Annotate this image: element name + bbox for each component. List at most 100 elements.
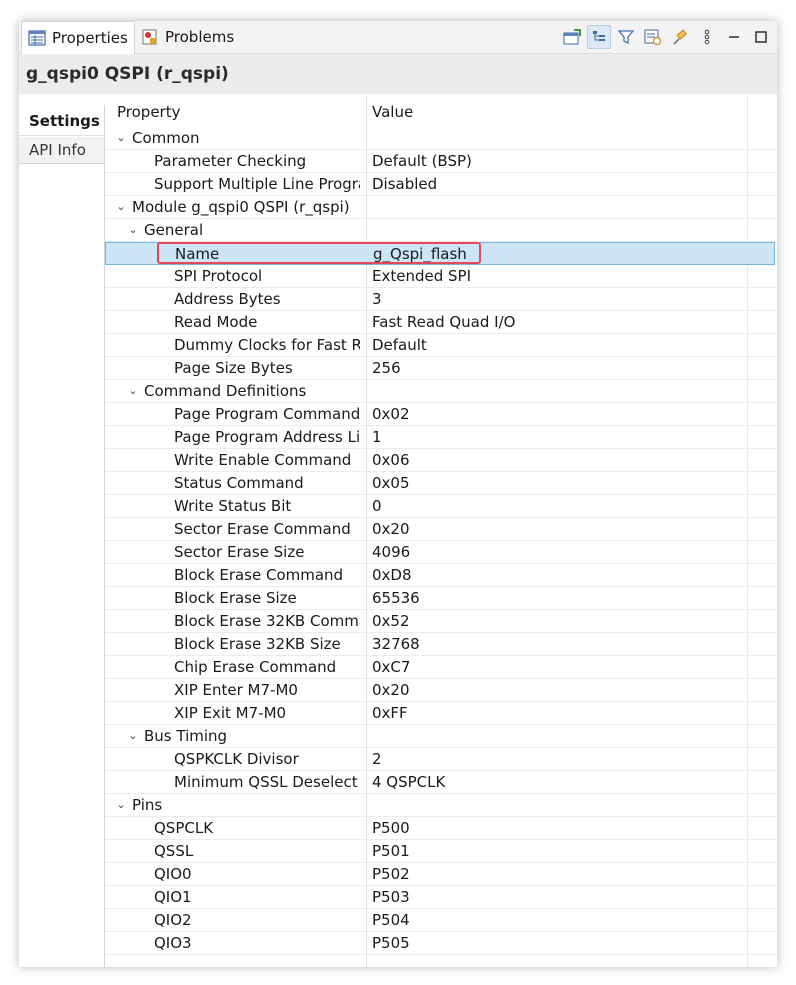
chevron-down-icon[interactable]: ⌄ xyxy=(115,127,127,149)
chevron-down-icon[interactable]: ⌄ xyxy=(115,196,127,218)
chevron-down-icon[interactable]: ⌄ xyxy=(127,380,139,402)
property-row[interactable]: Chip Erase Command 0xC7 xyxy=(105,656,775,679)
property-value[interactable]: 0x02 xyxy=(372,403,772,425)
property-name: Support Multiple Line Progra xyxy=(154,175,360,193)
property-row[interactable]: QSPKCLK Divisor 2 xyxy=(105,748,775,771)
property-value[interactable]: Default xyxy=(372,334,772,356)
property-value xyxy=(372,725,772,747)
property-name: QIO3 xyxy=(154,934,192,952)
property-row[interactable]: Block Erase 32KB Comman 0x52 xyxy=(105,610,775,633)
chevron-down-icon[interactable]: ⌄ xyxy=(115,794,127,816)
filter-icon[interactable] xyxy=(614,25,638,49)
property-row[interactable]: QSPCLK P500 xyxy=(105,817,775,840)
property-row[interactable]: QIO3 P505 xyxy=(105,932,775,955)
property-row[interactable]: Read Mode Fast Read Quad I/O xyxy=(105,311,775,334)
property-row[interactable]: Page Program Command 0x02 xyxy=(105,403,775,426)
tree-group-row[interactable]: ⌄ Command Definitions xyxy=(105,380,775,403)
tree-view-icon[interactable] xyxy=(587,25,611,49)
property-value[interactable]: 4096 xyxy=(372,541,772,563)
property-row[interactable]: Sector Erase Size 4096 xyxy=(105,541,775,564)
property-row[interactable]: QSSL P501 xyxy=(105,840,775,863)
column-header-property[interactable]: Property xyxy=(117,101,180,123)
property-row[interactable]: Parameter Checking Default (BSP) xyxy=(105,150,775,173)
property-name: General xyxy=(144,221,204,239)
tree-group-row[interactable]: ⌄ General xyxy=(105,219,775,242)
property-name: Block Erase Command xyxy=(174,566,344,584)
property-value[interactable]: P504 xyxy=(372,909,772,931)
property-row[interactable]: Address Bytes 3 xyxy=(105,288,775,311)
property-value[interactable]: Disabled xyxy=(372,173,772,195)
property-value[interactable]: 0x20 xyxy=(372,518,772,540)
property-value[interactable]: 256 xyxy=(372,357,772,379)
column-header-value[interactable]: Value xyxy=(372,101,772,123)
property-name: Address Bytes xyxy=(174,290,281,308)
property-row[interactable]: QIO0 P502 xyxy=(105,863,775,886)
property-row[interactable]: Block Erase Command 0xD8 xyxy=(105,564,775,587)
property-row[interactable]: Dummy Clocks for Fast Rea Default xyxy=(105,334,775,357)
property-row[interactable]: Sector Erase Command 0x20 xyxy=(105,518,775,541)
property-row[interactable]: QIO1 P503 xyxy=(105,886,775,909)
view-menu-icon[interactable] xyxy=(695,25,719,49)
property-row[interactable]: Status Command 0x05 xyxy=(105,472,775,495)
tab-properties[interactable]: Properties xyxy=(21,21,135,54)
chevron-down-icon[interactable]: ⌄ xyxy=(127,725,139,747)
property-row[interactable]: Block Erase Size 65536 xyxy=(105,587,775,610)
property-value[interactable]: 32768 xyxy=(372,633,772,655)
property-row[interactable]: Page Size Bytes 256 xyxy=(105,357,775,380)
property-value[interactable]: 0 xyxy=(372,495,772,517)
property-value[interactable]: 3 xyxy=(372,288,772,310)
property-value[interactable]: P502 xyxy=(372,863,772,885)
properties-icon xyxy=(28,30,46,46)
property-row[interactable]: Support Multiple Line Progra Disabled xyxy=(105,173,775,196)
tab-problems-label: Problems xyxy=(165,28,235,46)
chevron-down-icon[interactable]: ⌄ xyxy=(127,219,139,241)
property-value[interactable]: P503 xyxy=(372,886,772,908)
property-value[interactable]: Default (BSP) xyxy=(372,150,772,172)
property-value[interactable]: 0xC7 xyxy=(372,656,772,678)
property-name: Write Enable Command xyxy=(174,451,352,469)
tree-group-row[interactable]: ⌄ Pins xyxy=(105,794,775,817)
property-row[interactable]: QIO2 P504 xyxy=(105,909,775,932)
property-name: Status Command xyxy=(174,474,304,492)
side-tab-api-info[interactable]: API Info xyxy=(19,137,104,164)
pin-icon[interactable] xyxy=(668,25,692,49)
tree-group-row[interactable]: ⌄ Module g_qspi0 QSPI (r_qspi) xyxy=(105,196,775,219)
property-row[interactable]: XIP Exit M7-M0 0xFF xyxy=(105,702,775,725)
tree-group-row[interactable]: ⌄ Bus Timing xyxy=(105,725,775,748)
property-name: QSPKCLK Divisor xyxy=(174,750,299,768)
property-value[interactable]: Fast Read Quad I/O xyxy=(372,311,772,333)
problems-icon xyxy=(141,29,159,45)
property-value[interactable]: Extended SPI xyxy=(372,265,772,287)
property-value[interactable]: 0x05 xyxy=(372,472,772,494)
property-value[interactable]: 0x06 xyxy=(372,449,772,471)
maximize-icon[interactable] xyxy=(749,25,773,49)
property-row[interactable]: XIP Enter M7-M0 0x20 xyxy=(105,679,775,702)
new-window-icon[interactable] xyxy=(560,25,584,49)
property-value[interactable]: 4 QSPCLK xyxy=(372,771,772,793)
property-value[interactable]: 2 xyxy=(372,748,772,770)
tab-problems[interactable]: Problems xyxy=(135,21,245,53)
property-name: QIO1 xyxy=(154,888,192,906)
property-value[interactable]: 65536 xyxy=(372,587,772,609)
property-value[interactable]: 0x52 xyxy=(372,610,772,632)
property-value[interactable]: 0x20 xyxy=(372,679,772,701)
property-value[interactable]: P500 xyxy=(372,817,772,839)
minimize-icon[interactable] xyxy=(722,25,746,49)
property-row[interactable]: Write Status Bit 0 xyxy=(105,495,775,518)
property-row[interactable]: Page Program Address Lin 1 xyxy=(105,426,775,449)
property-value[interactable]: 1 xyxy=(372,426,772,448)
property-value[interactable]: 0xFF xyxy=(372,702,772,724)
side-tab-settings[interactable]: Settings xyxy=(19,106,104,136)
property-row[interactable]: Minimum QSSL Deselect C 4 QSPCLK xyxy=(105,771,775,794)
property-value[interactable]: P505 xyxy=(372,932,772,954)
property-row[interactable]: Write Enable Command 0x06 xyxy=(105,449,775,472)
property-row[interactable]: SPI Protocol Extended SPI xyxy=(105,265,775,288)
tree-group-row[interactable]: ⌄ Common xyxy=(105,127,775,150)
property-name: QSSL xyxy=(154,842,194,860)
property-name: Page Size Bytes xyxy=(174,359,293,377)
property-value[interactable]: P501 xyxy=(372,840,772,862)
property-row[interactable]: Block Erase 32KB Size 32768 xyxy=(105,633,775,656)
property-name: Module g_qspi0 QSPI (r_qspi) xyxy=(132,198,350,216)
property-value[interactable]: 0xD8 xyxy=(372,564,772,586)
restore-defaults-icon[interactable] xyxy=(641,25,665,49)
